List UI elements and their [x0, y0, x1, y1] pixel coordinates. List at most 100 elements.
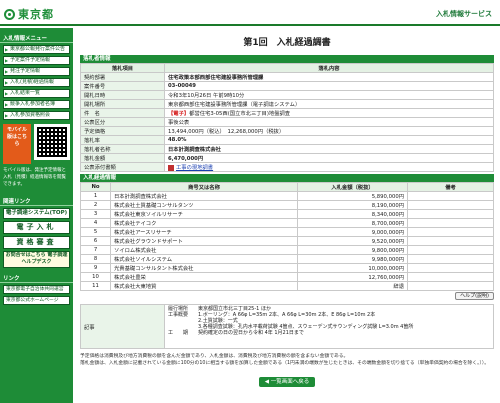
sidebar-item-7[interactable]: 入札参加資格照会 [3, 111, 70, 120]
award-value-text: 東京都西部住宅建設事務所管理課（電子調達システム） [168, 102, 301, 108]
award-key: 落札率 [80, 135, 165, 145]
sidebar-item-4[interactable]: 入札(見積)経過情報 [3, 78, 70, 87]
sidebar-item-1[interactable]: 東京都公報発行案件公告 [3, 45, 70, 54]
bid-amount: 8,340,000円 [297, 209, 408, 219]
award-value: 日本計測調査株式会社 [164, 144, 494, 154]
tokyo-emblem-icon [4, 8, 15, 20]
award-key: 案件番号 [80, 81, 165, 91]
award-value-text: 事後公表 [168, 120, 190, 126]
bid-no: 7 [80, 245, 111, 255]
back-to-list-button[interactable]: ◀ 一覧画面へ戻る [259, 377, 315, 387]
sidebar-menu-heading: 入札情報メニュー [0, 34, 73, 43]
table-row: 10 株式会社豊栄 12,760,000円 [80, 272, 494, 282]
footnote: 予定価格は消費税及び地方消費税の額を含んだ金額であり、入札金額は、消費税及び地方… [80, 354, 490, 366]
table-row: 9 光貴基礎コンサルタント株式会社 10,000,000円 [80, 263, 494, 273]
sidebar-item-2[interactable]: 予定案件予定情報 [3, 56, 70, 65]
award-value: 【電子】都営住宅3-05西(国立市北三丁目)地盤調査 [164, 108, 494, 118]
main-content: 第1回 入札経過調書 落札者情報 落札項目 落札内容 契約部署 住宅政策本部西部住… [80, 28, 494, 403]
bid-no: 2 [80, 200, 111, 210]
award-value-text: 日本計測調査株式会社 [168, 147, 221, 153]
bid-amount: 8,190,000円 [297, 200, 408, 210]
bid-no-header: No [80, 182, 111, 192]
award-key: 件 名 [80, 108, 165, 118]
award-value-text: 都営住宅3-05西(国立市北三丁目)地盤調査 [189, 111, 291, 117]
sidebar-item-5[interactable]: 入札結果一覧 [3, 89, 70, 98]
award-row: 案件番号 03-00049 [80, 81, 494, 91]
qualification-banner[interactable]: 資格審査 [3, 236, 70, 249]
table-row: 7 ソイロム株式会社 9,800,000円 [80, 245, 494, 255]
award-key: 予定価格 [80, 126, 165, 136]
table-row: 6 株式会社グラウンドサポート 9,520,000円 [80, 236, 494, 246]
award-value-text: 6,470,000円 [168, 156, 204, 162]
mobile-note: モバイル版は、発注予定情報と入札（見積）経過情報等を閲覧できます。 [3, 168, 66, 187]
bid-name: 株式会社アースリサーチ [110, 227, 298, 237]
memo-label: 記事 [80, 304, 165, 349]
attachment-link[interactable]: 工事の現地調書 [176, 165, 213, 171]
e-bidding-banner[interactable]: 電子入札 [3, 221, 70, 234]
tokyo-logo[interactable]: 東京都 [4, 6, 54, 22]
bid-remarks [407, 272, 494, 282]
mobile-label[interactable]: モバイル版はこちら [3, 124, 31, 164]
table-row: 4 株式会社テイコク 8,700,000円 [80, 218, 494, 228]
award-row: 落札率 48.0% [80, 135, 494, 145]
award-row: 件 名【電子】都営住宅3-05西(国立市北三丁目)地盤調査 [80, 108, 494, 118]
bid-amount-header: 入札金額（税抜） [297, 182, 408, 192]
memo-table: 記事 履行場所 東京都国立市北三丁目25-1 ほか 工事概要 1.ボーリング：A… [80, 304, 494, 349]
award-value: 6,470,000円 [164, 153, 494, 163]
award-row: 公表添付書類 工事の現地調書 [80, 162, 494, 172]
bid-no: 8 [80, 254, 111, 264]
award-value: 住宅政策本部西部住宅建設事務所管理課 [164, 72, 494, 82]
bid-amount: 5,890,000円 [297, 191, 408, 201]
bid-remarks [407, 245, 494, 255]
back-button-label: 一覧画面へ戻る [270, 379, 310, 385]
bid-no: 1 [80, 191, 111, 201]
bid-no: 4 [80, 218, 111, 228]
table-row: 5 株式会社アースリサーチ 9,000,000円 [80, 227, 494, 237]
award-row: 落札者名称 日本計測調査株式会社 [80, 144, 494, 154]
bid-remarks [407, 263, 494, 273]
award-value: 13,494,000円（税込） 12,268,000円（税抜） [164, 126, 494, 136]
bid-remarks [407, 227, 494, 237]
help-button[interactable]: ヘルプ(説明) [455, 292, 494, 300]
award-value-text: 03-00049 [168, 83, 196, 89]
bid-name: 日本計測調査株式会社 [110, 191, 298, 201]
bid-no: 9 [80, 263, 111, 273]
bid-name: 株式会社グラウンドサポート [110, 236, 298, 246]
award-key: 開札日時 [80, 90, 165, 100]
award-value: 03-00049 [164, 81, 494, 91]
bid-remarks [407, 191, 494, 201]
award-value-text: 住宅政策本部西部住宅建設事務所管理課 [168, 75, 264, 81]
bid-amount: 8,700,000円 [297, 218, 408, 228]
e-procurement-top-banner[interactable]: 電子調達システム(TOP) [3, 208, 70, 219]
helpdesk-banner[interactable]: お問合せはこちら 電子調達ヘルプデスク [3, 251, 70, 268]
award-value: 事後公表 [164, 117, 494, 127]
bid-amount: 9,520,000円 [297, 236, 408, 246]
sidebar-link-official-site[interactable]: 東京都公式ホームページ [3, 296, 70, 305]
table-row: 3 株式会社東京ソイルリサーチ 8,340,000円 [80, 209, 494, 219]
page-header: 東京都 入札情報サービス [0, 0, 500, 26]
sidebar-link-joint-operation[interactable]: 東京都電子自治体共同運営 [3, 285, 70, 294]
sidebar: 入札情報メニュー 東京都公報発行案件公告予定案件予定情報発注予定情報入札(見積)… [0, 28, 73, 403]
bid-name: 株式会社テイコク [110, 218, 298, 228]
sidebar-item-6[interactable]: 競争入札参加者名簿 [3, 100, 70, 109]
award-value-text: 13,494,000円（税込） 12,268,000円（税抜） [168, 129, 285, 135]
help-row: ヘルプ(説明) [80, 292, 494, 304]
bid-no: 3 [80, 209, 111, 219]
award-key: 落札者名称 [80, 144, 165, 154]
bid-remarks [407, 200, 494, 210]
bid-no: 6 [80, 236, 111, 246]
award-row: 開札場所 東京都西部住宅建設事務所管理課（電子調達システム） [80, 99, 494, 109]
table-row: 8 株式会社ソイルシステム 9,980,000円 [80, 254, 494, 264]
bid-remarks-header: 備考 [407, 182, 494, 192]
award-key: 契約部署 [80, 72, 165, 82]
award-key: 公表添付書類 [80, 162, 165, 172]
table-row: 1 日本計測調査株式会社 5,890,000円 [80, 191, 494, 201]
sidebar-item-3[interactable]: 発注予定情報 [3, 67, 70, 76]
mobile-promo[interactable]: モバイル版はこちら [3, 124, 70, 164]
bid-no: 11 [80, 281, 111, 291]
award-table: 落札項目 落札内容 契約部署 住宅政策本部西部住宅建設事務所管理課 案件番号 03-0… [80, 63, 494, 172]
table-row: 11 株式会社大東地質 辞退 [80, 281, 494, 291]
award-value: 令和3年10月26日 午前9時10分 [164, 90, 494, 100]
bid-remarks [407, 209, 494, 219]
bid-name: 株式会社大東地質 [110, 281, 298, 291]
